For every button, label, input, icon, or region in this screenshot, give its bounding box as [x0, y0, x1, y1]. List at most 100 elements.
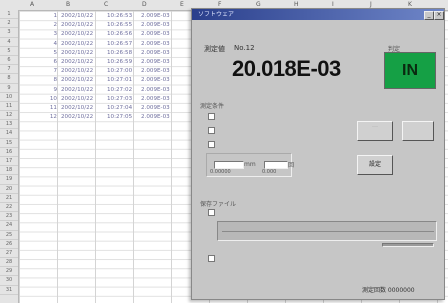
date-cell[interactable]: 2002/10/22 [61, 113, 93, 122]
row-header[interactable]: 31 [0, 286, 18, 295]
close-button[interactable]: × [434, 11, 444, 20]
row-index-cell[interactable]: 9 [43, 86, 57, 95]
minimize-button[interactable]: _ [424, 11, 434, 20]
date-cell[interactable]: 2002/10/22 [61, 30, 93, 39]
upper-unit: mm [244, 161, 256, 168]
row-header[interactable]: 12 [0, 111, 18, 121]
time-cell[interactable]: 10:26:53 [107, 12, 132, 21]
row-header[interactable]: 3 [0, 28, 18, 38]
date-cell[interactable]: 2002/10/22 [61, 58, 93, 67]
file-path-field[interactable] [217, 221, 437, 241]
time-cell[interactable]: 10:26:57 [107, 40, 132, 49]
row-index-cell[interactable]: 7 [43, 67, 57, 76]
row-header[interactable]: 10 [0, 93, 18, 102]
dialog-titlebar[interactable]: ソフトウェア _ × [192, 9, 444, 20]
value-cell[interactable]: 2.009E-03 [141, 95, 170, 104]
value-cell[interactable]: 2.009E-03 [141, 67, 170, 76]
row-header[interactable]: 4 [0, 38, 18, 47]
save-file-checkbox[interactable] [208, 209, 215, 216]
option-checkbox-4[interactable] [208, 255, 215, 262]
date-cell[interactable]: 2002/10/22 [61, 49, 93, 58]
start-button[interactable]: … [357, 121, 393, 141]
column-header[interactable]: D [142, 0, 147, 10]
value-cell[interactable]: 2.009E-03 [141, 49, 170, 58]
row-header[interactable]: 11 [0, 102, 18, 112]
row-index-cell[interactable]: 10 [43, 95, 57, 104]
row-index-cell[interactable]: 3 [43, 30, 57, 39]
row-header[interactable]: 2 [0, 19, 18, 29]
row-header[interactable]: 26 [0, 240, 18, 249]
time-cell[interactable]: 10:27:02 [107, 86, 132, 95]
row-header[interactable]: 23 [0, 212, 18, 222]
column-header[interactable]: B [66, 0, 70, 10]
row-header[interactable]: 15 [0, 139, 18, 148]
row-index-cell[interactable]: 4 [43, 40, 57, 49]
row-index-cell[interactable]: 5 [43, 49, 57, 58]
row-index-cell[interactable]: 12 [43, 113, 57, 122]
time-cell[interactable]: 10:27:00 [107, 67, 132, 76]
time-cell[interactable]: 10:26:55 [107, 21, 132, 30]
date-cell[interactable]: 2002/10/22 [61, 21, 93, 30]
row-header[interactable]: 9 [0, 84, 18, 93]
row-header[interactable]: 30 [0, 276, 18, 286]
option-checkbox-1[interactable] [208, 113, 215, 120]
time-cell[interactable]: 10:27:04 [107, 104, 132, 113]
time-cell[interactable]: 10:27:01 [107, 76, 132, 85]
upper-limit-field[interactable] [214, 161, 244, 169]
row-header[interactable]: 27 [0, 249, 18, 259]
option-checkbox-2[interactable] [208, 127, 215, 134]
row-header[interactable]: 29 [0, 267, 18, 277]
row-header[interactable]: 8 [0, 74, 18, 84]
value-cell[interactable]: 2.009E-03 [141, 86, 170, 95]
row-header[interactable]: 28 [0, 258, 18, 268]
row-index-cell[interactable]: 1 [43, 12, 57, 21]
row-index-cell[interactable]: 6 [43, 58, 57, 67]
row-header[interactable]: 16 [0, 148, 18, 157]
date-cell[interactable]: 2002/10/22 [61, 40, 93, 49]
apply-button[interactable]: 設定 [357, 155, 393, 175]
value-cell[interactable]: 2.009E-03 [141, 113, 170, 122]
row-header[interactable]: 19 [0, 175, 18, 185]
value-cell[interactable]: 2.009E-03 [141, 104, 170, 113]
column-header[interactable]: E [180, 0, 184, 10]
time-cell[interactable]: 10:27:05 [107, 113, 132, 122]
date-cell[interactable]: 2002/10/22 [61, 76, 93, 85]
stop-button[interactable] [402, 121, 434, 141]
row-header[interactable]: 14 [0, 129, 18, 139]
status-text: 測定回数 0000000 [362, 287, 415, 294]
row-header[interactable]: 17 [0, 157, 18, 167]
date-cell[interactable]: 2002/10/22 [61, 67, 93, 76]
value-cell[interactable]: 2.009E-03 [141, 12, 170, 21]
row-header[interactable]: 5 [0, 47, 18, 56]
row-index-cell[interactable]: 2 [43, 21, 57, 30]
value-cell[interactable]: 2.009E-03 [141, 76, 170, 85]
value-cell[interactable]: 2.009E-03 [141, 30, 170, 39]
date-cell[interactable]: 2002/10/22 [61, 104, 93, 113]
time-cell[interactable]: 10:26:59 [107, 58, 132, 67]
row-header[interactable]: 21 [0, 194, 18, 203]
time-cell[interactable]: 10:27:03 [107, 95, 132, 104]
column-header[interactable]: C [104, 0, 108, 10]
time-cell[interactable]: 10:26:56 [107, 30, 132, 39]
option-checkbox-3[interactable] [208, 141, 215, 148]
row-index-cell[interactable]: 11 [43, 104, 57, 113]
value-cell[interactable]: 2.009E-03 [141, 21, 170, 30]
column-header[interactable]: A [30, 0, 34, 10]
date-cell[interactable]: 2002/10/22 [61, 86, 93, 95]
row-header[interactable]: 1 [0, 10, 18, 20]
row-header[interactable]: 20 [0, 185, 18, 194]
row-header[interactable]: 18 [0, 166, 18, 176]
time-cell[interactable]: 10:26:58 [107, 49, 132, 58]
row-index-cell[interactable]: 8 [43, 76, 57, 85]
lower-limit-field[interactable] [264, 161, 288, 169]
row-header[interactable]: 6 [0, 56, 18, 66]
value-cell[interactable]: 2.009E-03 [141, 58, 170, 67]
date-cell[interactable]: 2002/10/22 [61, 95, 93, 104]
value-cell[interactable]: 2.009E-03 [141, 40, 170, 49]
date-cell[interactable]: 2002/10/22 [61, 12, 93, 21]
row-header[interactable]: 24 [0, 221, 18, 231]
row-header[interactable]: 13 [0, 120, 18, 130]
row-header[interactable]: 25 [0, 231, 18, 240]
row-header[interactable]: 7 [0, 65, 18, 75]
row-header[interactable]: 22 [0, 203, 18, 213]
